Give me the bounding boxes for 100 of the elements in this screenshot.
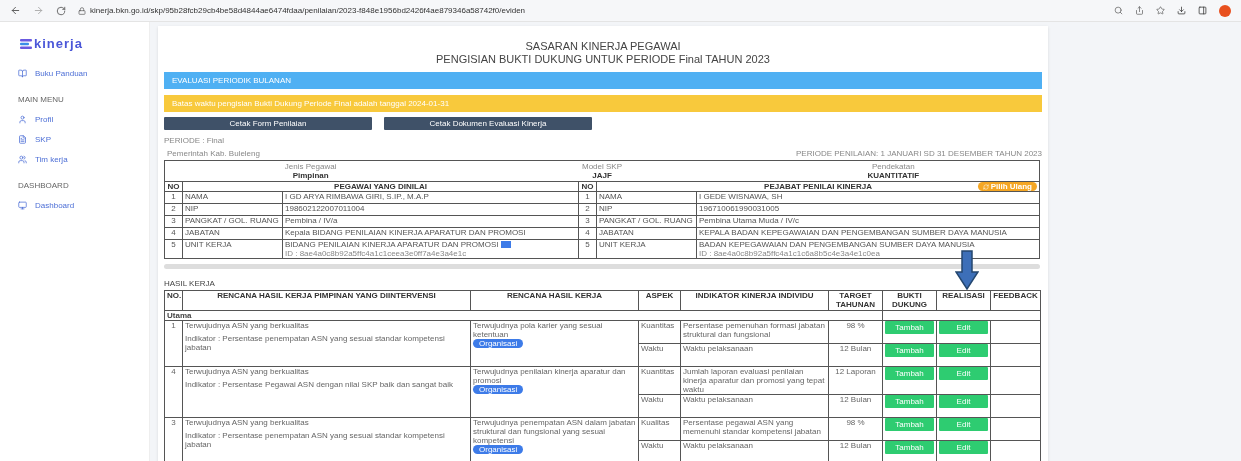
summary-value: KUANTITATIF xyxy=(867,171,920,180)
table-cell: Kuantitas xyxy=(638,320,681,344)
assessment-period: PERIODE PENILAIAN: 1 JANUARI SD 31 DESEMBER TAHUN 2023 xyxy=(796,149,1042,159)
address-bar[interactable]: kinerja.bkn.go.id/skp/95b28fcb29cb4be58d4844ae6474fdaa/penilaian/2023-f848e1956bd2426f4ae879346a58742f0/eviden xyxy=(90,4,526,17)
edit-button[interactable]: Edit xyxy=(939,395,988,408)
table-cell: 4 xyxy=(578,227,597,240)
lock-icon xyxy=(78,6,86,15)
table-cell: Persentase pegawai ASN yang memenuhi standar kompetensi jabatan xyxy=(680,417,829,441)
intervened-goal: Terwujudnya ASN yang berkualitas xyxy=(185,418,310,427)
download-icon[interactable] xyxy=(1177,6,1186,15)
cell-value: Pembina / IV/a xyxy=(285,216,338,225)
sidebar-item[interactable]: Dashboard xyxy=(0,195,149,216)
table-cell: NAMA xyxy=(596,191,697,204)
forward-icon[interactable] xyxy=(33,5,44,16)
reselect-button[interactable]: Pilih Ulang xyxy=(977,182,1037,191)
sidebar-item[interactable]: Profil xyxy=(0,109,149,130)
edit-button[interactable]: Edit xyxy=(939,418,988,431)
back-icon[interactable] xyxy=(10,5,21,16)
cell-value: Kepala BIDANG PENILAIAN KINERJA APARATUR DAN PROMOSI xyxy=(285,228,526,237)
cell-value: 198602122007011004 xyxy=(285,204,365,213)
column-header: PEGAWAI YANG DINILAI xyxy=(182,181,579,192)
table-cell: 12 Bulan xyxy=(828,394,883,418)
table-cell: 98 % xyxy=(828,417,883,441)
table-cell: PANGKAT / GOL. RUANG xyxy=(596,215,697,228)
table-cell: Kuantitas xyxy=(638,366,681,395)
table-cell: Waktu pelaksanaan xyxy=(680,343,829,367)
column-header: RENCANA HASIL KERJA PIMPINAN YANG DIINTERVENSI xyxy=(182,290,471,311)
column-header: BUKTI DUKUNG xyxy=(882,290,937,311)
share-icon[interactable] xyxy=(1135,6,1144,15)
table-cell: 1 xyxy=(164,320,183,367)
print-button[interactable]: Cetak Form Penilaian xyxy=(164,117,372,130)
sidebar-item[interactable]: Tim kerja xyxy=(0,149,149,170)
unit-id: ID : 8ae4a0c8b92a5ffc4a1c1ceea3e0ff7a4e3a4e1c xyxy=(285,249,468,258)
sidebar-item[interactable]: SKP xyxy=(0,129,149,150)
table-cell: NIP xyxy=(596,203,697,216)
search-icon[interactable] xyxy=(1114,6,1123,15)
table-cell: JABATAN xyxy=(182,227,283,240)
table-cell: 12 Bulan xyxy=(828,343,883,367)
goal-indicator: Indikator : Persentase Pegawai ASN dengan nilai SKP baik dan sangat baik xyxy=(185,380,455,389)
reload-icon[interactable] xyxy=(56,5,66,16)
summary-label: Jenis Pegawai xyxy=(284,162,337,171)
section-title: HASIL KERJA xyxy=(164,279,216,289)
agency-name: Pemerintah Kab. Buleleng xyxy=(166,149,260,159)
cell-value: I GD ARYA RIMBAWA GIRI, S.IP., M.A.P xyxy=(285,192,429,201)
goal-indicator: Indikator : Persentase penempatan ASN yang sesuai standar kompetensi jabatan xyxy=(185,334,446,352)
goal-indicator: Indikator : Persentase penempatan ASN yang sesuai standar kompetensi jabatan xyxy=(185,431,446,449)
table-cell: NAMA xyxy=(182,191,283,204)
edit-button[interactable]: Edit xyxy=(939,441,988,454)
sidebar-item[interactable]: Buku Panduan xyxy=(0,63,149,84)
table-cell: Waktu xyxy=(638,440,681,461)
table-cell: UNIT KERJA xyxy=(182,239,283,259)
add-evidence-button[interactable]: Tambah xyxy=(885,395,934,408)
table-cell: JABATAN xyxy=(596,227,697,240)
table-cell: Waktu pelaksanaan xyxy=(680,394,829,418)
table-cell: 3 xyxy=(164,417,183,461)
intervened-goal: Terwujudnya ASN yang berkualitas xyxy=(185,321,310,330)
table-cell: 4 xyxy=(164,227,183,240)
period-label: PERIODE : Final xyxy=(164,136,225,146)
table-cell: 98 % xyxy=(828,320,883,344)
edit-button[interactable]: Edit xyxy=(939,321,988,334)
add-evidence-button[interactable]: Tambah xyxy=(885,344,934,357)
column-header: REALISASI xyxy=(936,290,991,311)
star-icon[interactable] xyxy=(1156,6,1165,15)
avatar-icon[interactable] xyxy=(1219,4,1231,17)
side-panel-icon[interactable] xyxy=(1198,6,1207,15)
category-tag: Organisasi xyxy=(473,385,524,394)
cell-value: Pembina Utama Muda / IV/c xyxy=(699,216,800,225)
column-header: INDIKATOR KINERJA INDIVIDU xyxy=(680,290,829,311)
table-cell: Waktu xyxy=(638,394,681,418)
table-cell: 12 Laporan xyxy=(828,366,883,395)
column-header: RENCANA HASIL KERJA xyxy=(470,290,639,311)
add-evidence-button[interactable]: Tambah xyxy=(885,441,934,454)
table-cell: 1 xyxy=(164,191,183,204)
info-alert: EVALUASI PERIODIK BULANAN xyxy=(164,72,1042,89)
column-header: NO. xyxy=(164,290,183,311)
cell-value: I GEDE WISNAWA, SH xyxy=(699,192,783,201)
edit-button[interactable]: Edit xyxy=(939,344,988,357)
sidebar-section: DASHBOARD xyxy=(0,179,149,192)
table-cell: 5 xyxy=(164,239,183,259)
add-evidence-button[interactable]: Tambah xyxy=(885,418,934,431)
sidebar-icon xyxy=(18,135,27,144)
logo-icon xyxy=(20,38,32,49)
down-arrow-icon xyxy=(955,250,979,290)
group-label: Utama xyxy=(167,311,192,320)
category-tag: Organisasi xyxy=(473,339,524,348)
table-cell: NIP xyxy=(182,203,283,216)
sidebar-icon xyxy=(18,201,27,210)
edit-button[interactable]: Edit xyxy=(939,367,988,380)
add-evidence-button[interactable]: Tambah xyxy=(885,367,934,380)
print-button[interactable]: Cetak Dokumen Evaluasi Kinerja xyxy=(384,117,592,130)
refresh-icon xyxy=(982,183,989,190)
page-title: SASARAN KINERJA PEGAWAI xyxy=(524,40,682,53)
summary-value: Pimpinan xyxy=(292,171,329,180)
work-plan: Terwujudnya penempatan ASN dalam jabatan struktural dan fungsional yang sesuai kompetensi xyxy=(473,418,636,445)
horizontal-scrollbar[interactable] xyxy=(164,264,1040,269)
add-evidence-button[interactable]: Tambah xyxy=(885,321,934,334)
column-header: NO xyxy=(578,181,597,192)
column-header: PEJABAT PENILAI KINERJA xyxy=(764,182,872,191)
summary-value: JAJF xyxy=(592,171,612,180)
page-subtitle: PENGISIAN BUKTI DUKUNG UNTUK PERIODE Final TAHUN 2023 xyxy=(435,53,771,66)
